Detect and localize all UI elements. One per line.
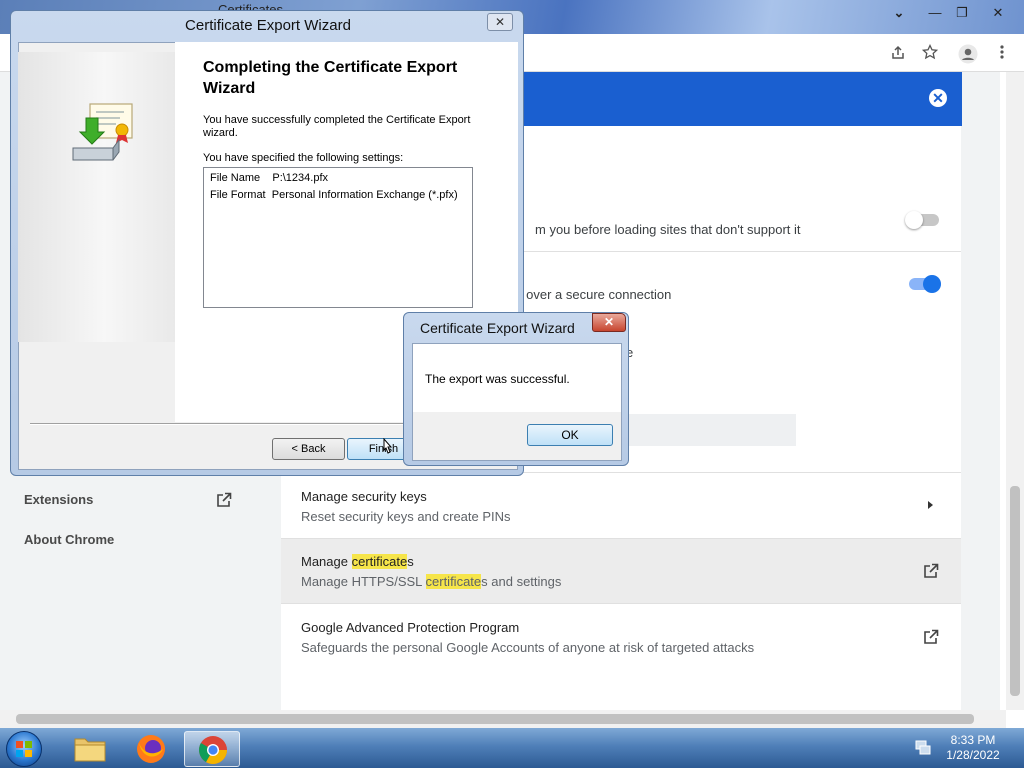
bookmark-star-icon[interactable] bbox=[919, 43, 941, 64]
external-link-icon[interactable] bbox=[923, 563, 939, 579]
banner-close-icon[interactable]: ✕ bbox=[929, 89, 947, 107]
chevron-right-icon bbox=[928, 501, 933, 509]
external-link-icon[interactable] bbox=[923, 629, 939, 645]
firefox-icon bbox=[137, 735, 165, 763]
secure-dns-row-text: s over a secure connection bbox=[516, 287, 672, 302]
certificate-export-icon bbox=[70, 100, 136, 166]
security-keys-title: Manage security keys bbox=[301, 489, 427, 504]
toggle-knob bbox=[923, 275, 941, 293]
secure-dns-toggle[interactable] bbox=[909, 275, 941, 293]
security-keys-subtitle: Reset security keys and create PINs bbox=[301, 509, 511, 524]
wizard-success-text: You have successfully completed the Cert… bbox=[203, 114, 471, 139]
dns-provider-field[interactable] bbox=[616, 414, 796, 446]
list-item: File Format Personal Information Exchang… bbox=[210, 189, 458, 201]
vertical-scroll-thumb[interactable] bbox=[1010, 486, 1020, 696]
advanced-protection-row[interactable]: Google Advanced Protection Program Safeg… bbox=[281, 603, 961, 710]
advanced-protection-title: Google Advanced Protection Program bbox=[301, 620, 520, 635]
security-keys-row[interactable]: Manage security keys Reset security keys… bbox=[281, 472, 961, 538]
share-icon[interactable] bbox=[887, 44, 909, 64]
info-banner bbox=[520, 72, 962, 126]
profile-avatar-icon[interactable] bbox=[957, 44, 979, 64]
wizard-side-panel bbox=[18, 52, 175, 342]
restore-button[interactable]: ❐ bbox=[949, 4, 975, 22]
mouse-pointer-icon bbox=[381, 437, 395, 456]
start-button[interactable] bbox=[6, 731, 42, 767]
folder-icon bbox=[74, 738, 106, 762]
manage-certificates-subtitle: Manage HTTPS/SSL certificates and settin… bbox=[301, 574, 562, 589]
tab-search-chevron-icon[interactable]: ⌄ bbox=[886, 4, 912, 22]
wizard-title: Certificate Export Wizard bbox=[185, 17, 351, 34]
chrome-taskbar-button[interactable] bbox=[184, 731, 240, 767]
list-item: File Name P:\1234.pfx bbox=[210, 172, 329, 184]
network-tray-icon[interactable] bbox=[914, 738, 932, 756]
clock-date: 1/28/2022 bbox=[946, 748, 1000, 762]
horizontal-scroll-thumb[interactable] bbox=[16, 714, 974, 724]
dialog-message: The export was successful. bbox=[425, 372, 570, 386]
https-first-row-text: m you before loading sites that don't su… bbox=[535, 222, 801, 237]
back-button[interactable]: < Back bbox=[272, 438, 345, 460]
export-success-dialog: Certificate Export Wizard ✕ The export w… bbox=[403, 312, 629, 466]
sidebar-item-about-chrome[interactable]: About Chrome bbox=[24, 532, 114, 547]
ok-button[interactable]: OK bbox=[527, 424, 613, 446]
clock-time: 8:33 PM bbox=[950, 733, 996, 747]
settings-summary-list[interactable]: File Name P:\1234.pfx File Format Person… bbox=[203, 167, 473, 308]
dialog-close-button[interactable]: ✕ bbox=[592, 313, 626, 332]
close-window-button[interactable]: ✕ bbox=[985, 4, 1011, 22]
dialog-title: Certificate Export Wizard bbox=[420, 320, 575, 336]
https-first-toggle[interactable] bbox=[905, 211, 939, 229]
toggle-knob bbox=[905, 211, 923, 229]
manage-certificates-row[interactable]: Manage certificates Manage HTTPS/SSL cer… bbox=[281, 538, 961, 603]
firefox-taskbar-button[interactable] bbox=[123, 731, 179, 767]
chrome-icon bbox=[199, 736, 227, 764]
dialog-message-area: The export was successful. bbox=[413, 344, 621, 412]
minimize-button[interactable]: — bbox=[922, 4, 948, 22]
wizard-heading: Completing the Certificate Export Wizard bbox=[203, 59, 458, 97]
wizard-settings-label: You have specified the following setting… bbox=[203, 152, 404, 164]
wizard-close-button[interactable]: ✕ bbox=[487, 13, 513, 31]
sidebar-item-extensions[interactable]: Extensions bbox=[24, 492, 93, 507]
advanced-protection-subtitle: Safeguards the personal Google Accounts … bbox=[301, 640, 755, 655]
menu-kebab-icon[interactable] bbox=[991, 44, 1013, 64]
system-clock[interactable]: 8:33 PM 1/28/2022 bbox=[938, 733, 1008, 763]
explorer-taskbar-button[interactable] bbox=[62, 731, 118, 767]
manage-certificates-title: Manage certificates bbox=[301, 554, 414, 569]
dialog-body: The export was successful. OK bbox=[412, 343, 622, 461]
external-link-icon[interactable] bbox=[216, 492, 232, 508]
